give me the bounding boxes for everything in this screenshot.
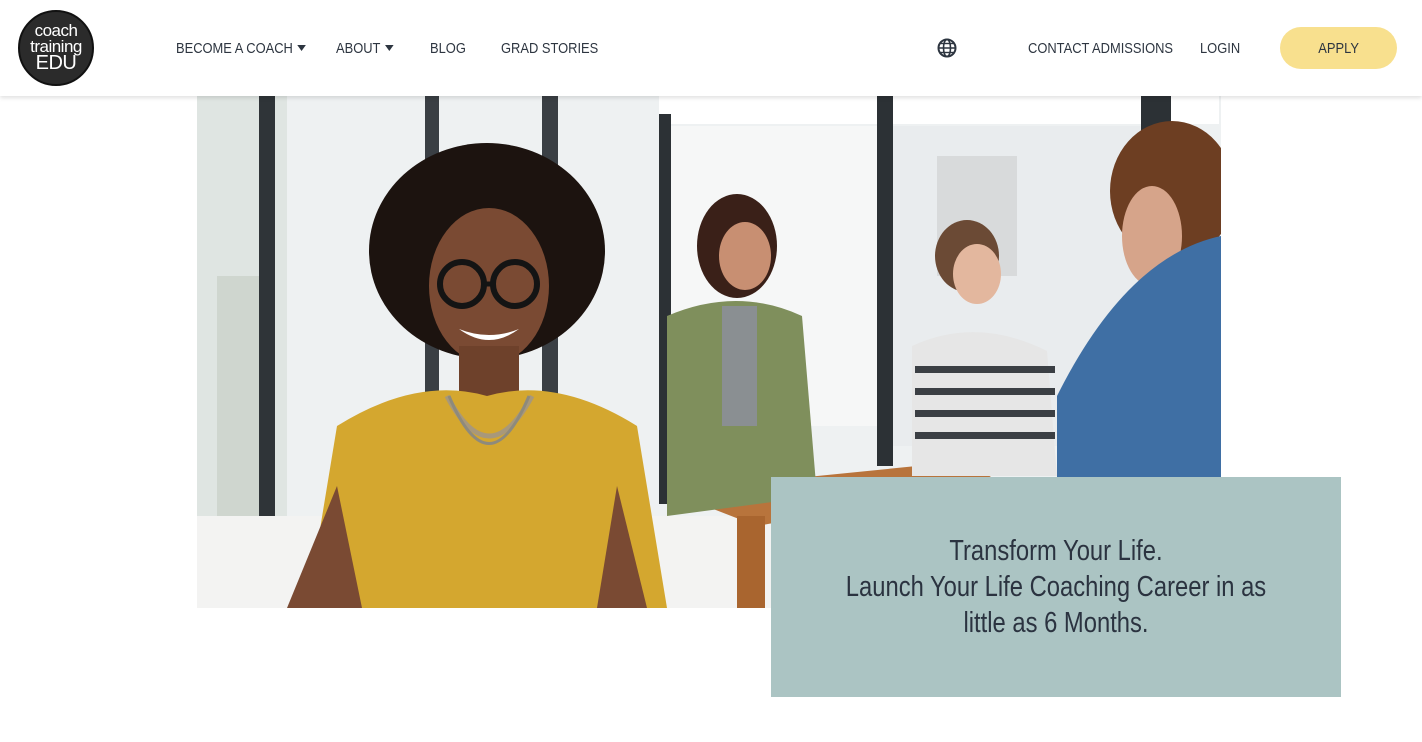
hero-tagline: Transform Your Life. Launch Your Life Co…: [826, 533, 1285, 641]
apply-button-label: APPLY: [1318, 39, 1359, 57]
logo-text-line3: EDU: [35, 52, 77, 75]
globe-icon[interactable]: [937, 38, 957, 58]
nav-blog[interactable]: BLOG: [430, 37, 466, 59]
nav-contact-admissions-label: CONTACT ADMISSIONS: [1028, 39, 1174, 57]
nav-contact-admissions[interactable]: CONTACT ADMISSIONS: [1028, 37, 1173, 59]
tagline-line-1: Transform Your Life.: [949, 535, 1163, 567]
nav-grad-stories[interactable]: GRAD STORIES: [501, 37, 598, 59]
apply-button[interactable]: APPLY: [1280, 27, 1397, 69]
nav-blog-label: BLOG: [430, 39, 466, 57]
nav-grad-stories-label: GRAD STORIES: [501, 39, 599, 57]
tagline-line-2: Launch Your Life Coaching Career in as: [845, 571, 1267, 603]
nav-about[interactable]: ABOUT: [336, 37, 394, 59]
coach-training-edu-logo[interactable]: coach training EDU: [18, 10, 94, 86]
nav-login[interactable]: LOGIN: [1200, 37, 1240, 59]
chevron-down-icon: [297, 45, 306, 51]
nav-become-a-coach-label: BECOME A COACH: [176, 39, 293, 57]
nav-about-label: ABOUT: [336, 39, 381, 57]
tagline-line-3: little as 6 Months.: [963, 607, 1149, 639]
chevron-down-icon: [384, 45, 394, 51]
nav-login-label: LOGIN: [1200, 39, 1241, 57]
nav-become-a-coach[interactable]: BECOME A COACH: [176, 37, 306, 59]
site-header: coach training EDU BECOME A COACH ABOUT …: [0, 0, 1422, 96]
hero-tagline-box: Transform Your Life. Launch Your Life Co…: [771, 477, 1341, 697]
